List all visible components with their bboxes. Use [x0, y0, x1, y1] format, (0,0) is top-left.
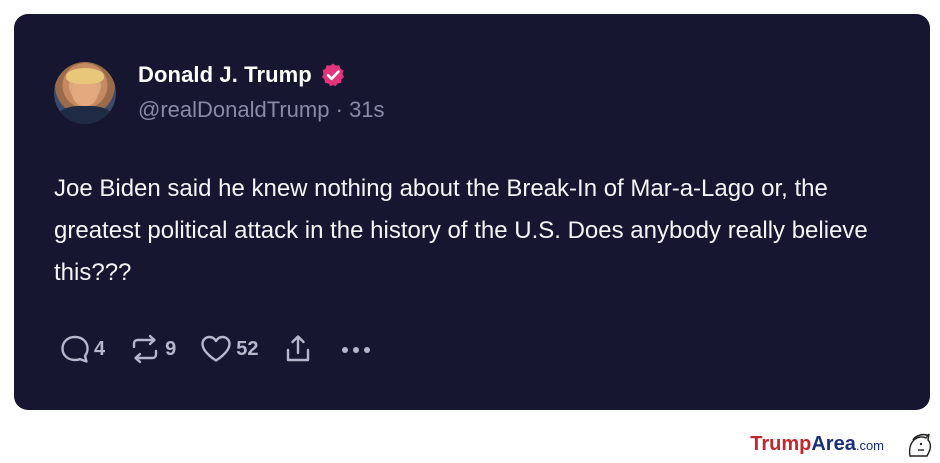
- author-name[interactable]: Donald J. Trump: [138, 62, 312, 88]
- reply-button[interactable]: 4: [58, 332, 105, 366]
- ellipsis-icon: [337, 332, 377, 366]
- post-timestamp[interactable]: 31s: [349, 97, 384, 122]
- author-handle[interactable]: @realDonaldTrump: [138, 97, 329, 122]
- speech-bubble-icon: [58, 332, 92, 366]
- heart-icon: [198, 332, 234, 366]
- repost-count: 9: [165, 337, 177, 360]
- author-avatar[interactable]: [54, 62, 116, 124]
- repost-icon: [127, 332, 163, 366]
- screenshot-frame: Donald J. Trump @realDonaldTrump · 31s J…: [0, 0, 940, 432]
- watermark-part2: Area: [811, 433, 856, 455]
- share-button[interactable]: [281, 332, 315, 366]
- author-name-row: Donald J. Trump: [138, 60, 346, 90]
- site-watermark: TrumpArea.com: [750, 433, 884, 456]
- reply-count: 4: [94, 337, 106, 360]
- handle-separator: ·: [335, 97, 350, 122]
- post-action-bar: 4 9 52: [58, 331, 399, 367]
- author-handle-row: @realDonaldTrump · 31s: [138, 97, 385, 123]
- like-button[interactable]: 52: [198, 332, 259, 366]
- mascot-logo-icon: [904, 430, 934, 458]
- watermark-suffix: .com: [855, 438, 884, 453]
- post-card: Donald J. Trump @realDonaldTrump · 31s J…: [14, 14, 930, 410]
- repost-button[interactable]: 9: [127, 332, 176, 366]
- more-options-button[interactable]: [337, 332, 377, 366]
- verified-badge-icon: [320, 62, 346, 88]
- watermark-part1: Trump: [750, 433, 812, 455]
- post-body-text: Joe Biden said he knew nothing about the…: [54, 175, 868, 286]
- share-upload-icon: [281, 332, 315, 366]
- like-count: 52: [236, 337, 259, 360]
